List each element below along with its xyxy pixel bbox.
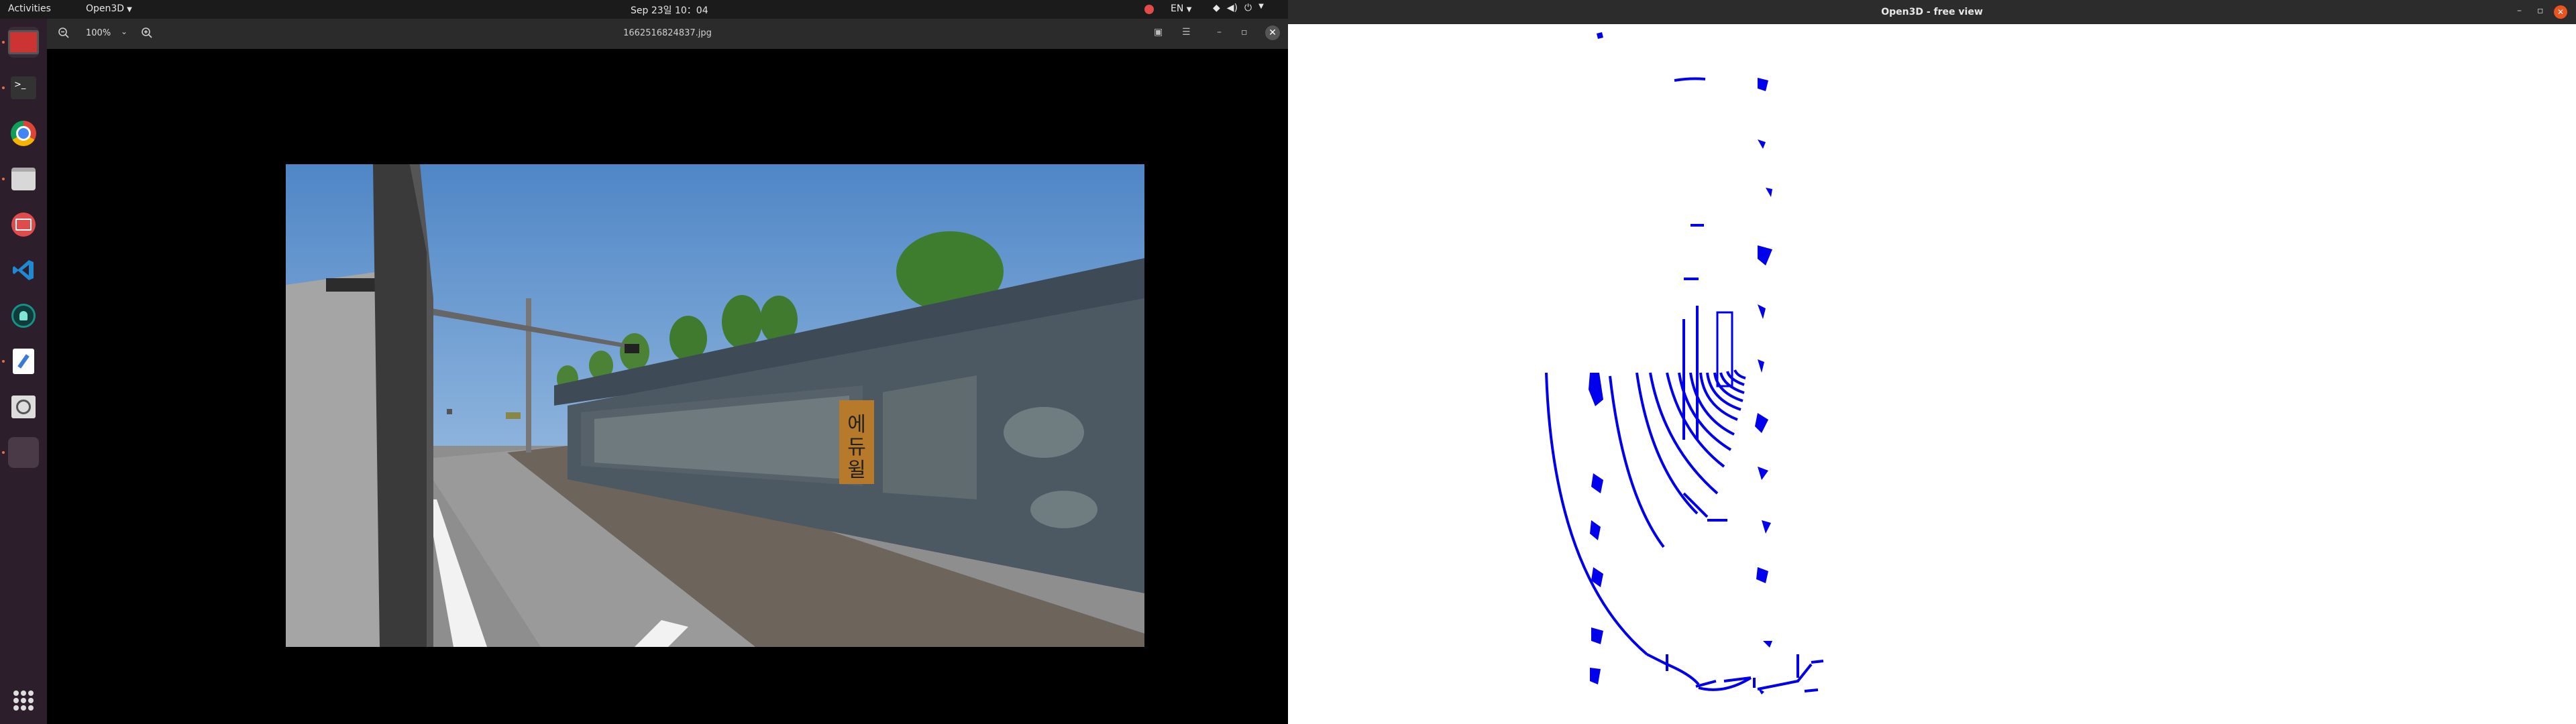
top-bar: Activities Open3D ▼ Sep 23일 10：04 EN ▼ ◆ … [0, 0, 1288, 19]
point-cloud-view[interactable] [1288, 24, 2576, 724]
object-cluster [1762, 520, 1771, 534]
object-cluster [1758, 139, 1766, 149]
chevron-down-icon: ▼ [1258, 3, 1264, 10]
scan-ring [1545, 372, 1648, 656]
menu-icon[interactable]: ☰ [1182, 27, 1191, 38]
chevron-down-icon: ▼ [127, 6, 132, 13]
scan-ring [1635, 372, 1699, 515]
minimize-icon[interactable]: – [1217, 27, 1222, 38]
minimize-icon[interactable]: – [2517, 5, 2522, 16]
image-viewer-icon[interactable] [8, 391, 39, 422]
scan-ring [1674, 77, 1706, 82]
files-icon[interactable] [8, 164, 39, 194]
object-cluster [1755, 413, 1768, 433]
scan-ring [1666, 372, 1725, 468]
viewer-header-bar: 100% ⌄ 1662516824837.jpg ▣ ☰ – ▫ ✕ [47, 19, 1288, 49]
svg-text:듀: 듀 [847, 436, 866, 459]
gallery-icon[interactable]: ▣ [1154, 27, 1163, 38]
running-indicator [2, 178, 5, 180]
object-cluster [1758, 304, 1766, 319]
gitkraken-icon[interactable] [8, 300, 39, 331]
window-title: Open3D - free view [1881, 7, 1983, 17]
show-applications-icon[interactable] [13, 690, 34, 711]
object-cluster [1763, 641, 1772, 648]
volume-icon: ◀) [1226, 3, 1238, 13]
clock[interactable]: Sep 23일 10：04 [631, 3, 708, 17]
dock: >_ [0, 19, 47, 724]
text-editor-icon[interactable] [8, 346, 39, 377]
screenshot-app-icon[interactable] [8, 209, 39, 240]
svg-text:윌: 윌 [847, 459, 866, 482]
activities-button[interactable]: Activities [8, 3, 51, 14]
object-cluster [1758, 467, 1768, 480]
scan-ring [1609, 375, 1665, 548]
object-cluster [1590, 520, 1601, 540]
object-cluster [1758, 245, 1772, 265]
terminal-icon[interactable]: >_ [8, 72, 39, 103]
power-icon: ⏻ [1244, 3, 1252, 13]
language-label: EN [1171, 3, 1184, 14]
object-cluster [1758, 78, 1768, 91]
street-scene-image: 에 듀 윌 [286, 164, 1144, 647]
object-cluster [1756, 567, 1768, 583]
chevron-down-icon: ▼ [1186, 6, 1192, 13]
language-indicator[interactable]: EN ▼ [1171, 3, 1191, 14]
object-cluster [1758, 359, 1764, 373]
maximize-icon[interactable]: ▫ [2537, 5, 2544, 16]
app-menu-label: Open3D [86, 3, 125, 14]
close-icon[interactable]: ✕ [2554, 5, 2567, 19]
object-cluster [1591, 627, 1603, 644]
app-menu[interactable]: Open3D ▼ [86, 3, 132, 14]
running-indicator [2, 41, 5, 44]
image-viewer-window: 100% ⌄ 1662516824837.jpg ▣ ☰ – ▫ ✕ 에 듀 윌 [47, 19, 1288, 724]
open3d-title-bar: Open3D - free view [1288, 0, 2576, 24]
close-icon[interactable]: ✕ [1265, 25, 1280, 40]
recent-window-icon[interactable] [8, 437, 39, 468]
vscode-icon[interactable] [8, 255, 39, 286]
scan-ring [1733, 369, 1746, 379]
dock-app-viewer-icon[interactable] [8, 27, 39, 58]
record-indicator-icon[interactable] [1144, 5, 1154, 14]
file-name: 1662516824837.jpg [623, 28, 712, 38]
maximize-icon[interactable]: ▫ [1241, 27, 1248, 38]
running-indicator [2, 86, 5, 89]
object-cluster [1590, 668, 1601, 684]
wifi-icon: ◆ [1213, 3, 1220, 13]
scan-ring [1811, 660, 1824, 664]
object-cluster [1589, 373, 1603, 406]
object-cluster [1597, 32, 1603, 39]
system-menu[interactable]: ◆ ◀) ⏻ ▼ [1213, 3, 1264, 13]
open3d-window: Open3D - free view – ▫ ✕ [1288, 0, 2576, 724]
chrome-icon[interactable] [8, 118, 39, 149]
object-cluster [1766, 188, 1772, 197]
running-indicator [2, 360, 5, 363]
shelter-sign-text: 에 [847, 413, 866, 436]
running-indicator [2, 451, 5, 454]
scan-ring [1646, 653, 1700, 686]
scan-ring [1757, 663, 1813, 690]
object-cluster [1591, 473, 1603, 493]
scan-ring [1804, 688, 1819, 692]
street-scene-drawing: 에 듀 윌 [286, 164, 1144, 647]
